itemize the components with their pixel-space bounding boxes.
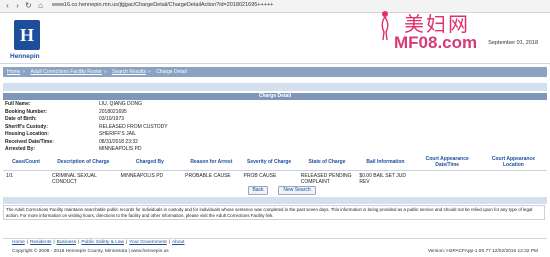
footer-link-business[interactable]: Business xyxy=(57,240,76,245)
back-button[interactable]: Back xyxy=(248,186,268,195)
field-housing-location: Housing Location: SHERIFF'S JAIL xyxy=(5,131,305,139)
field-sheriffs-custody: Sheriff's Custody: RELEASED FROM CUSTODY xyxy=(5,124,305,132)
logo-text: Hennepin xyxy=(10,53,40,60)
charge-detail-header: Charge Detail xyxy=(3,93,547,100)
column-header: Court Appearance Location xyxy=(479,154,547,171)
disclaimer-notice: The Adult Corrections Facility maintains… xyxy=(3,205,545,220)
spacer-band xyxy=(3,197,547,204)
field-value: LIU, QIANG DONG xyxy=(99,101,143,107)
detail-fields: Full Name: LIU, QIANG DONG Booking Number… xyxy=(5,101,305,154)
field-value: RELEASED FROM CUSTODY xyxy=(99,123,168,130)
field-booking-number: Booking Number: 2018021695 xyxy=(5,109,305,117)
column-header: Severity of Charge xyxy=(240,154,298,171)
field-label: Housing Location: xyxy=(5,131,49,137)
column-header: Description of Charge xyxy=(48,154,118,171)
table-cell: MINNEAPOLIS PD xyxy=(120,173,164,179)
table-row: 1/1 CRIMINAL SEXUAL CONDUCT MINNEAPOLIS … xyxy=(3,171,547,190)
spacer-band xyxy=(3,83,547,91)
breadcrumb-current: Charge Detail xyxy=(156,69,187,75)
column-header: Court Appearance Date/Time xyxy=(414,154,480,171)
footer-link-about[interactable]: About xyxy=(172,240,185,245)
field-full-name: Full Name: LIU, QIANG DONG xyxy=(5,101,305,109)
column-header: Bail Information xyxy=(356,154,415,171)
field-value: MINNEAPOLIS PD xyxy=(99,146,142,152)
table-cell xyxy=(415,171,480,190)
breadcrumb-search-results[interactable]: Search Results xyxy=(112,69,146,75)
address-bar[interactable]: www16.co.hennepin.mn.us/jtjjgac/ChargeDe… xyxy=(52,1,273,10)
copyright-text: Copyright © 2008 - 2018 Hennepin County,… xyxy=(12,249,169,254)
forward-arrow-icon[interactable]: › xyxy=(13,1,22,10)
field-value: 2018021695 xyxy=(99,108,127,115)
breadcrumb-separator: » xyxy=(103,69,107,75)
breadcrumb-separator: » xyxy=(22,69,26,75)
field-label: Received Date/Time: xyxy=(5,138,54,145)
footer-link-residents[interactable]: Residents xyxy=(30,240,51,245)
field-value: SHERIFF'S JAIL xyxy=(99,131,137,137)
watermark-figure-icon xyxy=(381,11,389,40)
column-header: Reason for Arrest xyxy=(182,154,241,171)
field-label: Booking Number: xyxy=(5,108,47,115)
field-arrested-by: Arrested By: MINNEAPOLIS PD xyxy=(5,146,305,154)
column-header: Case/Count xyxy=(3,154,49,171)
field-label: Full Name: xyxy=(5,101,31,107)
current-date: September 01, 2018 xyxy=(488,40,538,46)
breadcrumb-separator: » xyxy=(148,69,151,75)
field-label: Arrested By: xyxy=(5,146,36,152)
breadcrumb: Home» Adult Corrections Facility Roster»… xyxy=(3,67,547,77)
back-arrow-icon[interactable]: ‹ xyxy=(3,1,12,10)
footer-link-government[interactable]: Your Government xyxy=(129,240,166,245)
home-icon[interactable]: ⌂ xyxy=(36,1,45,10)
field-value: 08/31/2018 23:32 xyxy=(99,138,138,145)
footer-links: Home | Residents | Business | Public Safety & … xyxy=(12,240,185,245)
table-cell: PROBABLE CAUSE xyxy=(185,173,231,179)
watermark-site: MF08.com xyxy=(394,33,478,52)
table-cell: 1/1 xyxy=(6,173,13,179)
column-header: Charged By xyxy=(117,154,183,171)
footer-link-public-safety[interactable]: Public Safety & Law xyxy=(81,240,124,245)
breadcrumb-roster[interactable]: Adult Corrections Facility Roster xyxy=(31,69,102,75)
column-header: State of Charge xyxy=(297,154,357,171)
logo-letter: H xyxy=(19,25,34,45)
table-header-row: Case/Count Description of Charge Charged… xyxy=(3,154,547,171)
field-label: Date of Birth: xyxy=(5,116,37,122)
field-received-datetime: Received Date/Time: 08/31/2018 23:32 xyxy=(5,139,305,147)
charges-table: Case/Count Description of Charge Charged… xyxy=(3,154,547,189)
field-label: Sheriff's Custody: xyxy=(5,123,48,130)
reload-icon[interactable]: ↻ xyxy=(24,1,33,10)
footer-divider xyxy=(3,238,547,239)
table-cell xyxy=(480,171,547,190)
table-cell: $0.00 BAIL SET JUD REV xyxy=(359,173,407,185)
hennepin-logo[interactable]: H xyxy=(14,20,40,50)
header-divider xyxy=(0,63,550,64)
field-date-of-birth: Date of Birth: 03/10/1973 xyxy=(5,116,305,124)
new-search-button[interactable]: New Search xyxy=(278,186,316,195)
field-value: 03/10/1973 xyxy=(99,116,125,122)
version-text: Version: H2PACFApp-1.00.77 12/02/2016 12… xyxy=(427,249,538,254)
breadcrumb-home[interactable]: Home xyxy=(7,69,20,75)
footer-link-home[interactable]: Home xyxy=(12,240,25,245)
table-cell: CRIMINAL SEXUAL CONDUCT xyxy=(51,173,97,185)
